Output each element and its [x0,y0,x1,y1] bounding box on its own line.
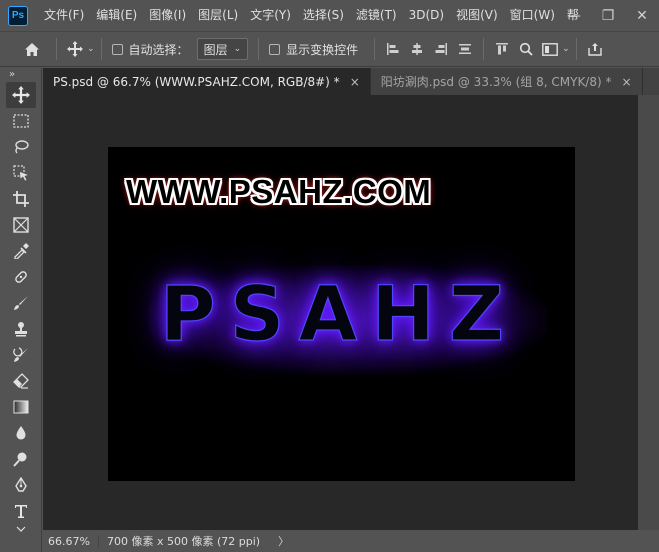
home-icon[interactable] [20,37,44,61]
menu-layer[interactable]: 图层(L) [192,0,244,31]
photoshop-logo-icon: Ps [8,5,28,26]
minimize-button[interactable]: — [557,0,591,31]
eyedropper-tool-icon[interactable] [6,238,36,264]
menu-bar: Ps 文件(F) 编辑(E) 图像(I) 图层(L) 文字(Y) 选择(S) 滤… [0,0,659,31]
marquee-tool-icon[interactable] [6,108,36,134]
healing-brush-tool-icon[interactable] [6,264,36,290]
more-tools-icon[interactable] [6,524,36,536]
crop-tool-icon[interactable] [6,186,36,212]
brush-tool-icon[interactable] [6,290,36,316]
clone-stamp-tool-icon[interactable] [6,316,36,342]
restore-button[interactable]: ❐ [591,0,625,31]
divider [100,38,102,60]
menu-3d[interactable]: 3D(D) [403,0,450,31]
history-brush-tool-icon[interactable] [6,342,36,368]
menu-image[interactable]: 图像(I) [143,0,192,31]
chevron-down-icon[interactable]: ⌄ [562,44,570,54]
document-tabs: PS.psd @ 66.7% (WWW.PSAHZ.COM, RGB/8#) *… [43,68,659,95]
divider [258,38,260,60]
pen-tool-icon[interactable] [6,472,36,498]
gradient-tool-icon[interactable] [6,394,36,420]
options-bar: ⌄ 自动选择： 图层 ⌄ 显示变换控件 ⌄ [0,31,659,67]
vertical-scrollbar[interactable] [638,95,659,530]
menu-select[interactable]: 选择(S) [297,0,350,31]
tab-ps-psd[interactable]: PS.psd @ 66.7% (WWW.PSAHZ.COM, RGB/8#) *… [43,68,371,95]
show-transform-label: 显示变换控件 [286,42,359,57]
show-transform-checkbox[interactable] [269,43,281,55]
zoom-level[interactable]: 66.67% [43,534,99,548]
auto-select-value: 图层 [203,42,228,57]
distribute-icon[interactable] [453,37,477,61]
tools-panel: » [0,68,42,552]
close-tab-icon[interactable]: × [350,75,360,89]
chevron-down-icon[interactable]: ⌄ [87,44,95,54]
collapse-panel-icon[interactable]: » [0,68,41,82]
chevron-down-icon: ⌄ [233,44,242,54]
close-tab-icon[interactable]: × [621,75,631,89]
neon-title-text-layer: PSAHZ [159,268,518,358]
lasso-tool-icon[interactable] [6,134,36,160]
menu-file[interactable]: 文件(F) [38,0,90,31]
tab-label: PS.psd @ 66.7% (WWW.PSAHZ.COM, RGB/8#) * [53,74,340,89]
divider [374,38,376,60]
status-menu-arrow-icon[interactable]: 〉 [278,533,289,549]
align-left-icon[interactable] [381,37,405,61]
menu-view[interactable]: 视图(V) [450,0,504,31]
auto-select-checkbox[interactable] [111,43,123,55]
search-icon[interactable] [514,37,538,61]
document-info: 700 像素 x 500 像素 (72 ppi) [107,535,261,548]
object-selection-tool-icon[interactable] [6,160,36,186]
url-text-layer: WWW.PSAHZ.COM [126,173,432,210]
auto-select-label: 自动选择： [128,42,189,57]
divider [56,38,57,60]
menu-filter[interactable]: 滤镜(T) [350,0,403,31]
share-icon[interactable] [583,37,607,61]
eraser-tool-icon[interactable] [6,368,36,394]
close-button[interactable]: ✕ [625,0,659,31]
auto-select-dropdown[interactable]: 图层 ⌄ [196,38,249,60]
dodge-tool-icon[interactable] [6,446,36,472]
menu-window[interactable]: 窗口(W) [504,0,561,31]
type-tool-icon[interactable] [6,498,36,524]
menu-type[interactable]: 文字(Y) [244,0,297,31]
workspace-icon[interactable] [538,37,562,61]
blur-tool-icon[interactable] [6,420,36,446]
align-top-icon[interactable] [490,37,514,61]
menu-edit[interactable]: 编辑(E) [90,0,143,31]
align-right-icon[interactable] [429,37,453,61]
window-controls: — ❐ ✕ [557,0,659,31]
divider [483,38,485,60]
frame-tool-icon[interactable] [6,212,36,238]
tab-yangfang-psd[interactable]: 阳坊涮肉.psd @ 33.3% (组 8, CMYK/8) * × [370,68,643,95]
tab-label: 阳坊涮肉.psd @ 33.3% (组 8, CMYK/8) * [380,75,612,89]
document-canvas[interactable]: WWW.PSAHZ.COM PSAHZ [108,147,575,481]
status-bar: 66.67% 700 像素 x 500 像素 (72 ppi) 〉 [43,530,659,552]
move-tool-preset-icon[interactable] [63,37,87,61]
move-tool-icon[interactable] [6,82,36,108]
divider [575,38,577,60]
align-center-icon[interactable] [405,37,429,61]
